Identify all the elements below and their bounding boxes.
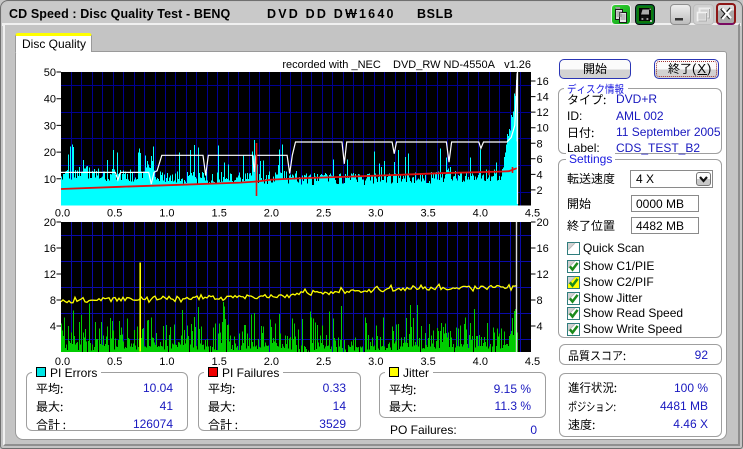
svg-text:16: 16	[537, 243, 549, 255]
svg-text:3.0: 3.0	[368, 208, 383, 220]
svg-text:14: 14	[537, 92, 549, 104]
svg-text:50: 50	[44, 67, 56, 79]
svg-text:16: 16	[44, 243, 56, 255]
svg-text:1.0: 1.0	[159, 208, 174, 220]
svg-text:1.0: 1.0	[159, 356, 174, 368]
svg-text:8: 8	[537, 138, 543, 150]
svg-text:4: 4	[537, 321, 543, 333]
svg-text:3.5: 3.5	[420, 208, 435, 220]
svg-text:4.0: 4.0	[473, 356, 488, 368]
svg-text:1.5: 1.5	[212, 208, 227, 220]
svg-text:40: 40	[44, 94, 56, 106]
svg-text:recorded with _NEC DVD_RW N: recorded with _NEC DVD_RW ND-4550A v1.26	[282, 59, 531, 71]
svg-text:2.5: 2.5	[316, 356, 331, 368]
svg-text:8: 8	[50, 295, 56, 307]
svg-text:4.0: 4.0	[473, 208, 488, 220]
svg-text:8: 8	[537, 295, 543, 307]
svg-text:12: 12	[537, 107, 549, 119]
svg-text:6: 6	[537, 154, 543, 166]
svg-text:0.5: 0.5	[107, 208, 122, 220]
svg-text:10: 10	[537, 123, 549, 135]
svg-text:0.5: 0.5	[107, 356, 122, 368]
svg-text:3.0: 3.0	[368, 356, 383, 368]
svg-text:4: 4	[50, 321, 56, 333]
svg-text:0.0: 0.0	[55, 208, 70, 220]
svg-text:10: 10	[44, 174, 56, 186]
svg-text:2: 2	[537, 185, 543, 197]
svg-text:2.5: 2.5	[316, 208, 331, 220]
svg-text:12: 12	[44, 269, 56, 281]
svg-text:20: 20	[44, 147, 56, 159]
svg-text:2.0: 2.0	[264, 208, 279, 220]
svg-text:4.5: 4.5	[525, 208, 540, 220]
svg-text:16: 16	[537, 76, 549, 88]
svg-text:12: 12	[537, 269, 549, 281]
svg-text:4: 4	[537, 169, 543, 181]
svg-text:30: 30	[44, 120, 56, 132]
svg-text:4.5: 4.5	[525, 356, 540, 368]
